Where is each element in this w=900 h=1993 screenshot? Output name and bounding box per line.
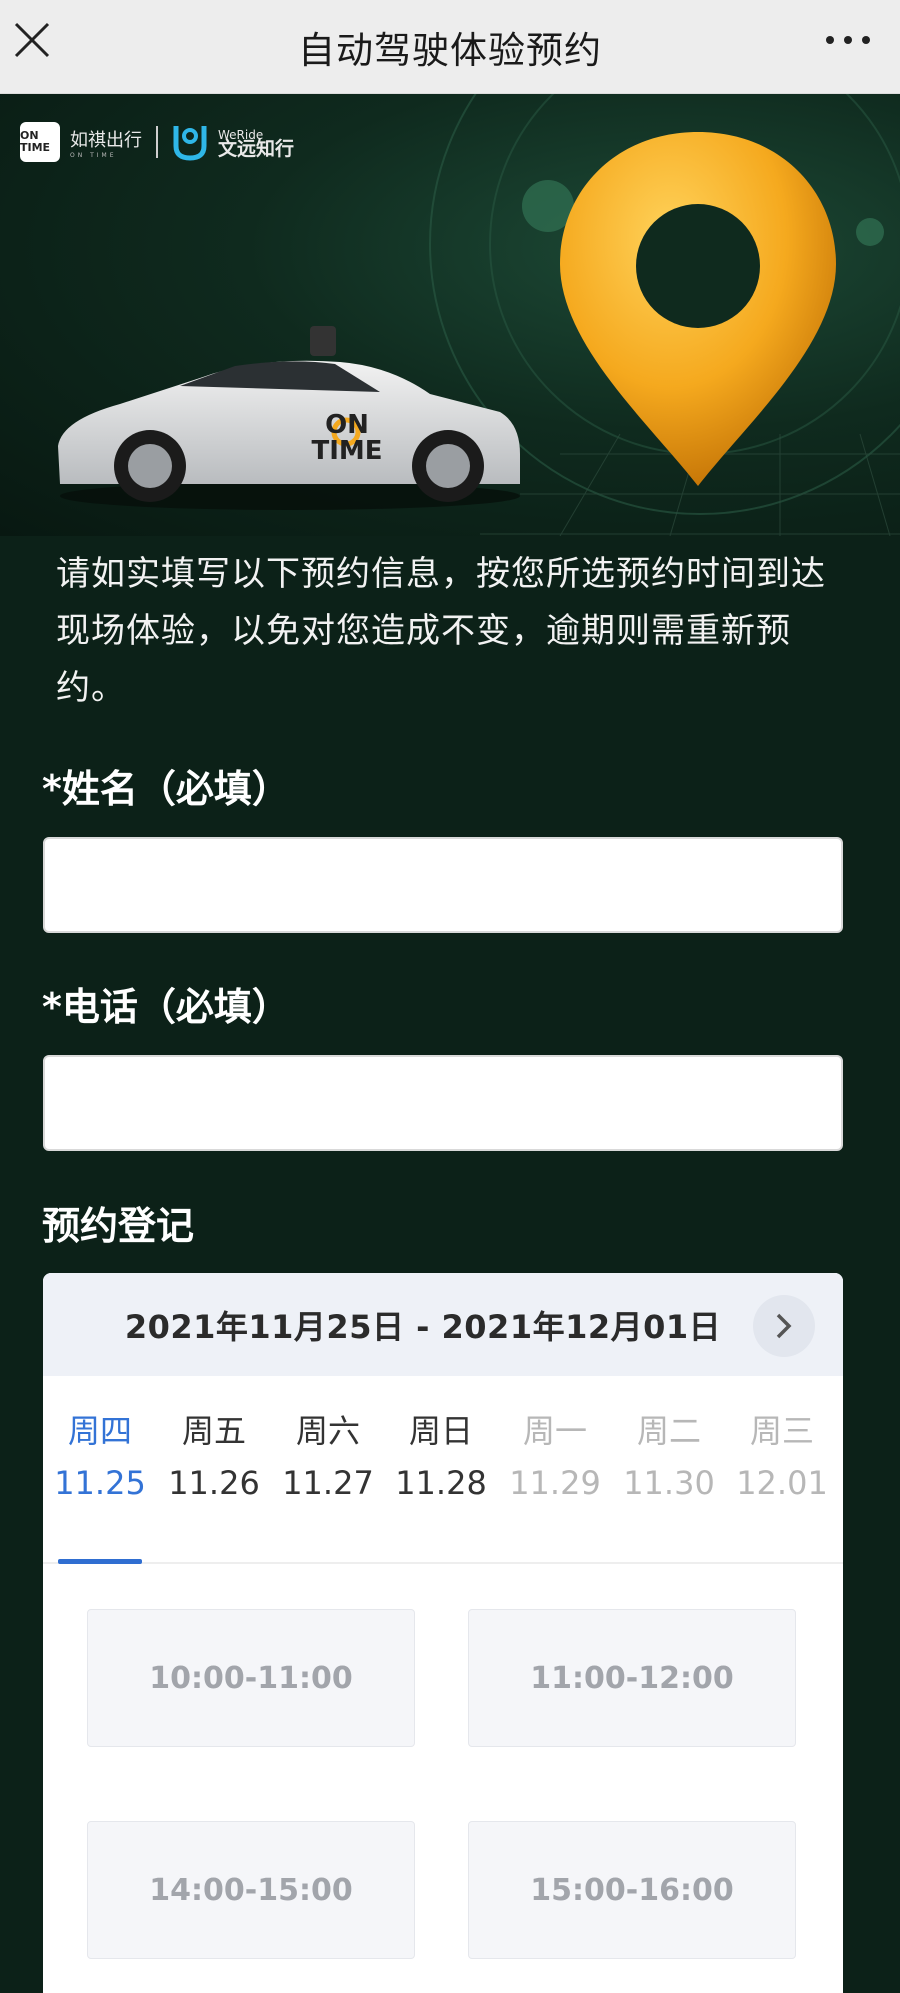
name-label: *姓名（必填） [42,767,290,811]
day-date: 11.28 [395,1464,487,1502]
booking-calendar: 2021年11月25日 - 2021年12月01日 周四 11.25 周五 11… [43,1273,843,1993]
day-tab-fri[interactable]: 周五 11.26 [159,1406,269,1502]
booking-section-title: 预约登记 [42,1204,195,1248]
chevron-right-icon [776,1313,792,1339]
day-date: 11.27 [282,1464,374,1502]
name-input[interactable] [43,837,843,933]
time-slot[interactable]: 10:00-11:00 [87,1609,415,1747]
top-bar: 自动驾驶体验预约 [0,0,900,94]
day-date: 12.01 [736,1464,828,1502]
day-weekday: 周日 [408,1412,473,1450]
hero-artwork [58,94,900,536]
day-weekday: 周四 [67,1412,132,1450]
day-weekday: 周二 [636,1412,701,1450]
day-date: 11.30 [623,1464,715,1502]
next-week-button[interactable] [753,1295,815,1357]
day-date: 11.26 [168,1464,260,1502]
hero-banner: ON TIME 如祺出行 ON TIME WeRide 文远知行 ON TIME [0,94,900,536]
day-date: 11.25 [54,1464,146,1502]
day-tab-sun[interactable]: 周日 11.28 [386,1406,496,1502]
day-tab-wed: 周三 12.01 [727,1406,837,1502]
date-range: 2021年11月25日 - 2021年12月01日 [124,1307,722,1346]
intro-text: 请如实填写以下预约信息，按您所选预约时间到达现场体验，以免对您造成不变，逾期则需… [56,554,826,708]
car-decal-text: ON TIME [311,410,383,466]
day-tabs: 周四 11.25 周五 11.26 周六 11.27 周日 11.28 周一 1… [43,1376,843,1564]
day-tab-tue: 周二 11.30 [614,1406,724,1502]
more-icon[interactable] [824,30,872,50]
phone-input[interactable] [43,1055,843,1151]
day-tab-mon: 周一 11.29 [500,1406,610,1502]
close-icon[interactable] [12,20,52,60]
day-tab-sat[interactable]: 周六 11.27 [273,1406,383,1502]
day-weekday: 周一 [522,1412,587,1450]
date-range-bar: 2021年11月25日 - 2021年12月01日 [43,1273,843,1376]
time-slot[interactable]: 15:00-16:00 [468,1821,796,1959]
day-date: 11.29 [509,1464,601,1502]
day-weekday: 周六 [295,1412,360,1450]
day-weekday: 周三 [749,1412,814,1450]
time-slot[interactable]: 14:00-15:00 [87,1821,415,1959]
page-title: 自动驾驶体验预约 [298,28,602,72]
day-tab-thu[interactable]: 周四 11.25 [45,1406,155,1502]
day-weekday: 周五 [181,1412,246,1450]
time-slot[interactable]: 11:00-12:00 [468,1609,796,1747]
phone-label: *电话（必填） [42,985,290,1029]
active-tab-indicator [58,1559,142,1564]
